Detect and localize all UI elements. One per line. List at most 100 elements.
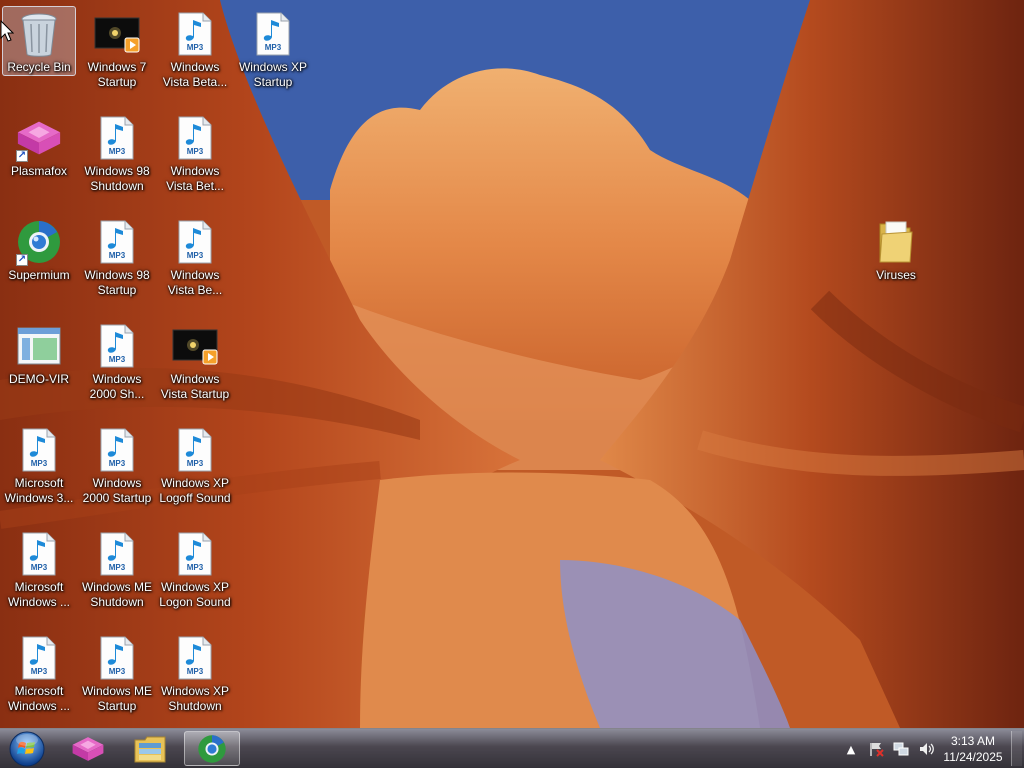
desktop-icon-label: Windows XP Logoff Sound — [159, 476, 231, 505]
desktop-icon-supermium[interactable]: ↗ Supermium — [2, 214, 76, 312]
desktop-icon-windows-me-startup[interactable]: MP3 Windows ME Startup — [80, 630, 154, 728]
mp3-badge-text: MP3 — [109, 355, 126, 364]
mp3-file-icon: MP3 — [171, 634, 219, 682]
desktop-icon-label: Windows Vista Be... — [167, 268, 223, 297]
show-desktop-button[interactable] — [1011, 731, 1022, 766]
mp3-file-icon: MP3 — [93, 114, 141, 162]
desktop-icon-windows-vista-startup[interactable]: Windows Vista Startup — [158, 318, 232, 416]
folder-icon — [872, 218, 920, 266]
taskbar-clock[interactable]: 3:13 AM 11/24/2025 — [936, 733, 1010, 765]
desktop-icon-windows-vista-beta-2[interactable]: MP3 Windows Vista Bet... — [158, 110, 232, 208]
mp3-badge-text: MP3 — [187, 43, 204, 52]
desktop-icon-label: Viruses — [876, 268, 916, 282]
desktop-icon-microsoft-windows-3-1[interactable]: MP3 Microsoft Windows 3... — [2, 422, 76, 520]
desktop-icon-label: Plasmafox — [10, 164, 68, 178]
taskbar-button-plasmafox[interactable] — [60, 731, 116, 766]
taskbar: ▲ 3:13 AM 11/24/2025 — [0, 728, 1024, 768]
desktop-icon-windows-vista-beta-3[interactable]: MP3 Windows Vista Be... — [158, 214, 232, 312]
desktop-icon-windows-7-startup[interactable]: Windows 7 Startup — [80, 6, 154, 104]
mp3-badge-text: MP3 — [109, 563, 126, 572]
desktop-icon-windows-xp-logon-sound[interactable]: MP3 Windows XP Logon Sound — [158, 526, 232, 624]
desktop-icon-label: Windows Vista Bet... — [166, 164, 224, 193]
video-file-icon — [171, 322, 219, 370]
mp3-badge-text: MP3 — [31, 563, 48, 572]
desktop-icon-label: Windows 98 Startup — [84, 268, 150, 297]
desktop-icon-windows-98-startup[interactable]: MP3 Windows 98 Startup — [80, 214, 154, 312]
desktop-icon-microsoft-windows-3[interactable]: MP3 Microsoft Windows ... — [2, 630, 76, 728]
desktop-icon-label: Windows 2000 Startup — [82, 476, 152, 505]
desktop-icon-label: Recycle Bin — [7, 60, 71, 74]
mp3-badge-text: MP3 — [109, 459, 126, 468]
video-file-icon — [93, 10, 141, 58]
volume-icon[interactable] — [917, 740, 935, 758]
mp3-file-icon: MP3 — [93, 218, 141, 266]
windows-orb-icon — [9, 731, 45, 767]
mp3-file-icon: MP3 — [93, 322, 141, 370]
desktop-icon-plasmafox[interactable]: ↗ Plasmafox — [2, 110, 76, 208]
desktop-icon-label: Windows 7 Startup — [87, 60, 147, 89]
mp3-file-icon: MP3 — [171, 426, 219, 474]
desktop-icon-label: Windows 98 Shutdown — [84, 164, 150, 193]
mp3-badge-text: MP3 — [187, 667, 204, 676]
mp3-file-icon: MP3 — [93, 634, 141, 682]
desktop-icon-windows-2000-shutdown[interactable]: MP3 Windows 2000 Sh... — [80, 318, 154, 416]
desktop-icon-windows-vista-beta-1[interactable]: MP3 Windows Vista Beta... — [158, 6, 232, 104]
network-icon[interactable] — [892, 740, 910, 758]
mp3-file-icon: MP3 — [15, 530, 63, 578]
desktop-icon-windows-xp-logoff-sound[interactable]: MP3 Windows XP Logoff Sound — [158, 422, 232, 520]
mp3-file-icon: MP3 — [15, 634, 63, 682]
desktop-icon-microsoft-windows-2[interactable]: MP3 Microsoft Windows ... — [2, 526, 76, 624]
desktop-icon-windows-98-shutdown[interactable]: MP3 Windows 98 Shutdown — [80, 110, 154, 208]
supermium-icon: ↗ — [15, 218, 63, 266]
supermium-icon — [198, 734, 226, 763]
mp3-badge-text: MP3 — [109, 251, 126, 260]
desktop-icon-windows-me-shutdown[interactable]: MP3 Windows ME Shutdown — [80, 526, 154, 624]
mp3-file-icon: MP3 — [93, 530, 141, 578]
mp3-badge-text: MP3 — [31, 667, 48, 676]
desktop-icon-windows-2000-startup[interactable]: MP3 Windows 2000 Startup — [80, 422, 154, 520]
mp3-badge-text: MP3 — [187, 563, 204, 572]
desktop-icon-label: Supermium — [8, 268, 70, 282]
recycle-bin-icon — [15, 11, 63, 58]
desktop-icon-label: Microsoft Windows ... — [7, 684, 70, 713]
start-button[interactable] — [4, 730, 50, 768]
mp3-file-icon: MP3 — [15, 426, 63, 474]
desktop-icon-label: Windows 2000 Sh... — [89, 372, 145, 401]
mp3-badge-text: MP3 — [265, 43, 282, 52]
mp3-file-icon: MP3 — [171, 530, 219, 578]
desktop-icon-windows-xp-startup[interactable]: MP3 Windows XP Startup — [236, 6, 310, 104]
desktop-icon-label: Windows XP Logon Sound — [159, 580, 231, 609]
desktop-icon-label: Windows ME Shutdown — [81, 580, 152, 609]
action-center-flag-icon[interactable] — [867, 740, 885, 758]
show-hidden-icons-chevron-icon[interactable]: ▲ — [842, 740, 860, 758]
desktop-icon-label: Windows ME Startup — [81, 684, 152, 713]
desktop-icon-label: DEMO-VIR — [9, 372, 69, 386]
desktop-icon-demo-vir[interactable]: DEMO-VIR — [2, 318, 76, 416]
clock-date: 11/24/2025 — [943, 750, 1003, 764]
desktop-icon-windows-xp-shutdown[interactable]: MP3 Windows XP Shutdown — [158, 630, 232, 728]
mouse-pointer-icon — [0, 20, 14, 42]
desktop-icon-label: Microsoft Windows ... — [7, 580, 70, 609]
system-tray: ▲ — [842, 729, 942, 769]
mp3-file-icon: MP3 — [93, 426, 141, 474]
application-window-icon — [15, 322, 63, 370]
plasmafox-icon — [72, 736, 104, 761]
desktop-icon-viruses[interactable]: Viruses — [859, 214, 933, 312]
plasmafox-icon: ↗ — [15, 114, 63, 162]
clock-time: 3:13 AM — [950, 734, 996, 748]
mp3-badge-text: MP3 — [109, 667, 126, 676]
taskbar-button-supermium[interactable] — [184, 731, 240, 766]
desktop[interactable]: Recycle Bin ↗ Plasmafox ↗ Supermium DEMO… — [0, 0, 1024, 728]
mp3-file-icon: MP3 — [171, 10, 219, 58]
mp3-file-icon: MP3 — [249, 10, 297, 58]
mp3-badge-text: MP3 — [187, 459, 204, 468]
mp3-badge-text: MP3 — [31, 459, 48, 468]
mp3-badge-text: MP3 — [109, 147, 126, 156]
shortcut-arrow-icon: ↗ — [16, 150, 28, 162]
mp3-file-icon: MP3 — [171, 218, 219, 266]
taskbar-button-file-explorer[interactable] — [122, 731, 178, 766]
shortcut-arrow-icon: ↗ — [16, 254, 28, 266]
mp3-badge-text: MP3 — [187, 251, 204, 260]
mp3-file-icon: MP3 — [171, 114, 219, 162]
desktop-icon-label: Windows Vista Startup — [160, 372, 230, 401]
